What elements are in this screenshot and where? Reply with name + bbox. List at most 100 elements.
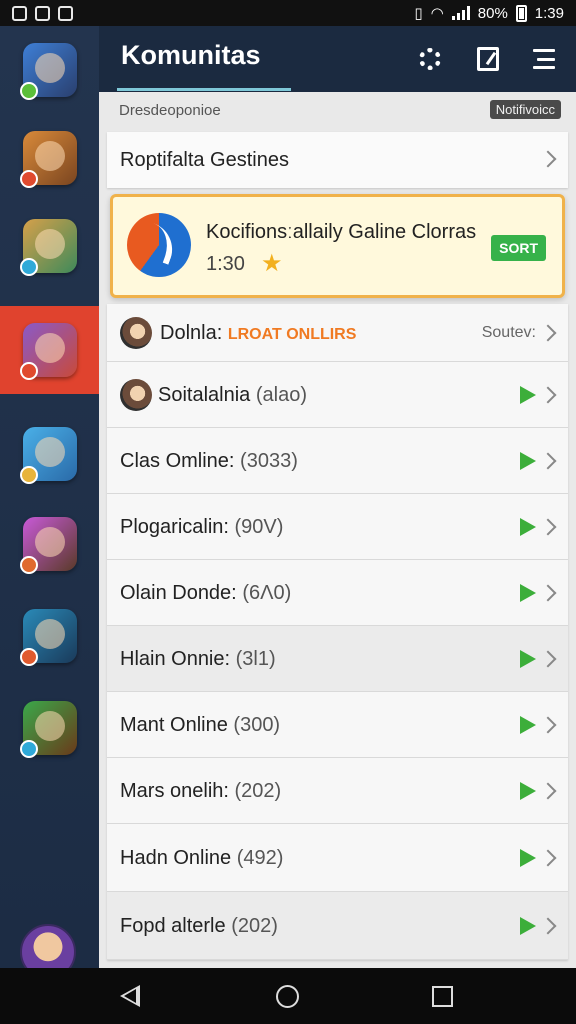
list-item-name: Olain Donde: [120,582,237,604]
rail-item-game-2[interactable] [0,114,99,202]
chevron-right-icon [539,650,557,668]
play-icon[interactable] [520,716,536,734]
list-item[interactable]: Hlain Onnie: (3Ɩ1) [107,626,568,692]
status-system: ▯ ◠ 80% 1:39 [414,4,564,22]
list-item[interactable]: Fopd alterle (202) [107,892,568,960]
game-icon [19,517,77,574]
list-item[interactable]: Soitalalnia (alao) [107,362,568,428]
game-icon [19,131,77,188]
home-icon[interactable] [276,985,299,1008]
list-item[interactable]: Clas Omline: (3033) [107,428,568,494]
section-header-label: Roptifalta Gestines [120,149,289,171]
play-icon[interactable] [520,386,536,404]
signal-icon [451,6,470,20]
play-icon[interactable] [520,452,536,470]
list-item-name: Hadn Online [120,847,232,869]
clock: 1:39 [534,4,564,22]
notifications-badge[interactable]: Notifivoicc [489,100,561,119]
list-item-label: Soitalalnia (alao) [158,384,307,407]
settings-button[interactable] [413,42,447,76]
chevron-right-icon [539,716,557,734]
badge-icon [19,258,38,276]
star-icon: ★ [261,250,283,277]
menu-button[interactable] [527,42,561,76]
play-icon[interactable] [520,849,536,867]
edit-button[interactable] [471,42,505,76]
vibrate-icon: ▯ [414,5,423,22]
community-content: Dresdeoponioe Notifivoicc Roptifalta Ges… [99,92,576,968]
list-item-name: Fopd alterle [120,915,226,937]
avatar [120,317,152,349]
list-item-name: Clas Omline: [120,450,235,472]
list-item-name: Plogaricalin: [120,516,229,538]
list-item-label: Hlain Onnie: (3Ɩ1) [120,648,276,671]
chevron-right-icon [539,917,557,935]
list-item-label: Fopd alterle (202) [120,915,278,938]
rail-item-game-8[interactable] [0,684,99,772]
list-item-label: Clas Omline: (3033) [120,450,298,473]
list-item-count: (alao) [255,384,307,406]
featured-game-logo [127,213,191,277]
list-item[interactable]: Mars onelih: (202) [107,758,568,824]
back-icon[interactable] [120,985,140,1007]
featured-game-rating: 1:30 [206,253,245,275]
battery-text: 80% [477,4,508,22]
featured-game-card[interactable]: Kocifionsːallaily Galine Clorras 1:30 ★ … [110,194,565,298]
avatar [120,379,152,411]
list-item[interactable]: Plogaricalin: (90V) [107,494,568,560]
chevron-right-icon [539,782,557,800]
featured-sort-button[interactable]: SORT [491,235,546,261]
featured-game-title: Kocifionsːallaily Galine Clorras [206,221,477,243]
game-icon [19,219,77,276]
page-title: Komunitas [121,40,261,70]
list-item-name: Soitalalnia [158,384,251,406]
status-bar: ▯ ◠ 80% 1:39 [0,0,576,26]
chevron-right-icon [539,150,557,168]
section-header-row[interactable]: Roptifalta Gestines [107,132,568,188]
recents-icon[interactable] [432,986,453,1007]
list-item-count: (90V) [234,516,284,538]
rail-item-game-6[interactable] [0,500,99,588]
play-icon[interactable] [520,782,536,800]
app-bar: Komunitas [99,26,576,92]
play-icon[interactable] [520,917,536,935]
game-icon [19,701,77,758]
rail-item-game-7[interactable] [0,592,99,680]
list-item[interactable]: Dolnla: LROAT ONLLIRS Soutev: [107,304,568,362]
play-icon[interactable] [520,584,536,602]
list-item-name: Mars onelih: [120,780,229,802]
title-underline [117,88,291,91]
rail-item-game-1[interactable] [0,26,99,114]
badge-icon [19,466,38,484]
rail-item-game-3[interactable] [0,202,99,290]
wifi-icon: ◠ [430,5,444,22]
list-item-count: (3Ɩ1) [235,648,276,670]
settings-icon [419,48,441,70]
rail-item-game-5[interactable] [0,410,99,498]
list-item-label: Olain Donde: (6Λ0) [120,582,291,605]
play-icon[interactable] [520,650,536,668]
chevron-right-icon [539,452,557,470]
play-icon[interactable] [520,518,536,536]
badge-icon [19,82,38,100]
game-icon [19,323,77,380]
gallery-icon [12,5,27,21]
badge-icon [19,648,38,666]
game-rail [0,26,99,980]
list-item-count: (3033) [240,450,298,472]
list-item-name: Dolnla: [160,322,223,344]
list-item[interactable]: Mant Online (300) [107,692,568,758]
list-item[interactable]: Hadn Online (492) [107,824,568,892]
list-item-label: Mars onelih: (202) [120,780,281,803]
list-item-name: Mant Online [120,714,228,736]
list-item-count: (300) [233,714,281,736]
list-item[interactable]: Olain Donde: (6Λ0) [107,560,568,626]
list-item-count: (202) [234,780,282,802]
subheader-text: Dresdeoponioe [119,102,221,119]
badge-icon [19,740,38,758]
badge-icon [19,170,38,188]
list-item-highlight: LROAT ONLLIRS [227,326,357,343]
battery-icon [515,4,527,22]
rail-item-game-4[interactable] [0,306,99,394]
badge-icon [19,556,38,574]
